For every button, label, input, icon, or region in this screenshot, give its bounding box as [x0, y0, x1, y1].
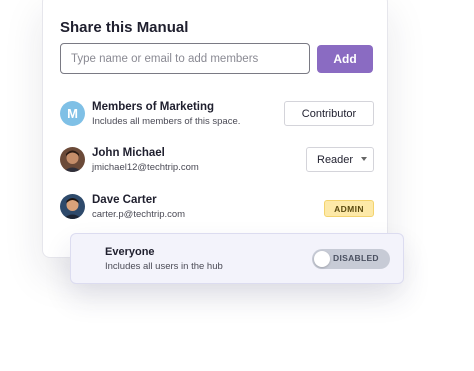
add-button[interactable]: Add — [317, 45, 373, 73]
toggle-knob — [314, 251, 330, 267]
role-dropdown-value: Reader — [317, 153, 354, 166]
avatar — [60, 147, 85, 172]
member-row-dave: Dave Carter carter.p@techtrip.com ADMIN — [60, 194, 374, 224]
dialog-title: Share this Manual — [60, 19, 189, 36]
role-selector[interactable]: Contributor — [284, 101, 374, 126]
member-row-group: M Members of Marketing Includes all memb… — [60, 101, 374, 131]
member-detail: Includes all members of this space. — [92, 116, 241, 127]
member-row-john: John Michael jmichael12@techtrip.com Rea… — [60, 147, 374, 177]
chevron-down-icon — [361, 157, 367, 161]
avatar — [60, 194, 85, 219]
member-name: Dave Carter — [92, 194, 157, 206]
role-dropdown[interactable]: Reader — [306, 147, 374, 172]
everyone-toggle[interactable]: DISABLED — [312, 249, 390, 269]
everyone-detail: Includes all users in the hub — [105, 261, 223, 272]
group-avatar: M — [60, 101, 85, 126]
member-search-input[interactable] — [60, 43, 310, 74]
everyone-panel: Everyone Includes all users in the hub D… — [70, 233, 404, 284]
member-name: Members of Marketing — [92, 101, 215, 113]
toggle-label: DISABLED — [333, 253, 379, 263]
admin-badge: ADMIN — [324, 200, 374, 217]
member-name: John Michael — [92, 147, 165, 159]
member-email: jmichael12@techtrip.com — [92, 162, 199, 173]
everyone-title: Everyone — [105, 246, 155, 258]
member-email: carter.p@techtrip.com — [92, 209, 186, 220]
